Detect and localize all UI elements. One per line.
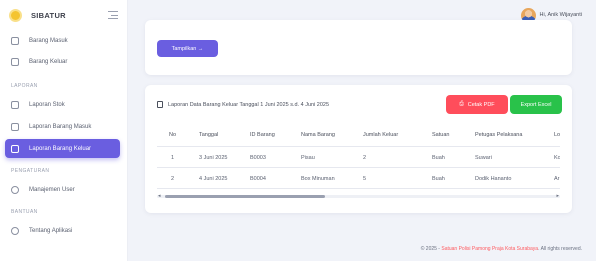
user-icon xyxy=(11,185,19,194)
table-cell: Ar xyxy=(554,176,560,182)
scroll-right-icon[interactable]: ▸ xyxy=(556,193,559,199)
sidebar-item-label: Laporan Barang Keluar xyxy=(29,145,92,152)
sidebar: SIBATUR Barang Masuk Barang Keluar LAPOR… xyxy=(0,0,128,261)
user-greeting[interactable]: Hi, Anik Wijayanti xyxy=(540,12,583,18)
scroll-left-icon[interactable]: ◂ xyxy=(158,193,161,199)
column-header: Jumlah Keluar xyxy=(363,132,399,138)
table-cell: 1 xyxy=(171,155,175,161)
sidebar-item-laporan-barang-keluar[interactable]: Laporan Barang Keluar xyxy=(5,139,120,158)
table-cell: Buah xyxy=(432,155,445,161)
brand: SIBATUR xyxy=(0,0,127,30)
column-header: Petugas Pelaksana xyxy=(475,132,523,138)
horizontal-scrollbar[interactable]: ◂ ▸ xyxy=(157,193,560,199)
column-header: Tanggal xyxy=(199,132,219,138)
column-header: Nama Barang xyxy=(301,132,335,138)
table-cell: Pisau xyxy=(301,155,315,161)
sidebar-item-barang-masuk[interactable]: Barang Masuk xyxy=(5,31,120,50)
section-laporan: LAPORAN xyxy=(11,83,38,89)
column-header: No xyxy=(169,132,177,138)
file-icon xyxy=(11,100,19,109)
table-cell: B0004 xyxy=(250,176,266,182)
report-table: No Tanggal ID Barang Nama Barang Jumlah … xyxy=(157,122,560,196)
menu-toggle-icon[interactable] xyxy=(108,11,118,19)
column-header: ID Barang xyxy=(250,132,275,138)
sidebar-item-laporan-stok[interactable]: Laporan Stok xyxy=(5,95,120,114)
report-card: Laporan Data Barang Keluar Tanggal 1 Jun… xyxy=(145,85,572,213)
section-pengaturan: PENGATURAN xyxy=(11,168,50,174)
section-bantuan: BANTUAN xyxy=(11,209,38,215)
table-cell: 2 xyxy=(171,176,175,182)
footer: © 2025 - Satuan Polisi Pamong Praja Kota… xyxy=(421,246,582,252)
table-divider xyxy=(157,146,560,147)
table-cell: Buah xyxy=(432,176,445,182)
filter-card: Tampilkan → xyxy=(145,20,572,75)
report-title: Laporan Data Barang Keluar Tanggal 1 Jun… xyxy=(157,101,329,108)
table-cell: 4 Juni 2025 xyxy=(199,176,228,182)
file-icon xyxy=(11,122,19,131)
logo-icon xyxy=(9,8,22,22)
table-divider xyxy=(157,188,560,189)
print-pdf-button[interactable]: ⎙ Cetak PDF xyxy=(446,95,508,114)
table-cell: 5 xyxy=(363,176,367,182)
sidebar-item-laporan-barang-masuk[interactable]: Laporan Barang Masuk xyxy=(5,117,120,136)
table-cell: Box Minuman xyxy=(301,176,335,182)
table-divider xyxy=(157,167,560,168)
brand-name: SIBATUR xyxy=(31,10,66,20)
table-cell: Dodik Hananto xyxy=(475,176,512,182)
printer-icon: ⎙ xyxy=(459,101,464,107)
sidebar-item-label: Laporan Stok xyxy=(29,101,65,108)
sidebar-item-tentang-aplikasi[interactable]: Tentang Aplikasi xyxy=(5,221,120,240)
show-button[interactable]: Tampilkan → xyxy=(157,40,218,57)
table-cell: 2 xyxy=(363,155,367,161)
info-icon xyxy=(11,226,19,235)
table-cell: B0003 xyxy=(250,155,266,161)
table-cell: Ko xyxy=(554,155,560,161)
sidebar-item-label: Tentang Aplikasi xyxy=(29,227,73,234)
table-cell: 3 Juni 2025 xyxy=(199,155,228,161)
column-header: Lo xyxy=(554,132,560,138)
print-pdf-label: Cetak PDF xyxy=(467,101,495,108)
document-icon xyxy=(157,101,163,108)
scrollbar-thumb[interactable] xyxy=(165,195,325,198)
report-title-text: Laporan Data Barang Keluar Tanggal 1 Jun… xyxy=(168,101,330,108)
sidebar-item-label: Manajemen User xyxy=(29,186,75,193)
outbox-icon xyxy=(11,57,19,66)
sidebar-item-label: Barang Keluar xyxy=(29,58,68,65)
footer-org-link[interactable]: Satuan Polisi Pamong Praja Kota Surabaya xyxy=(441,246,538,252)
column-header: Satuan xyxy=(432,132,450,138)
sidebar-item-label: Barang Masuk xyxy=(29,37,68,44)
sidebar-item-label: Laporan Barang Masuk xyxy=(29,123,92,130)
footer-suffix: . All rights reserved. xyxy=(538,246,582,252)
table-cell: Suwari xyxy=(475,155,492,161)
export-excel-button[interactable]: Export Excel xyxy=(510,95,562,114)
sidebar-item-barang-keluar[interactable]: Barang Keluar xyxy=(5,52,120,71)
sidebar-item-manajemen-user[interactable]: Manajemen User xyxy=(5,180,120,199)
inbox-icon xyxy=(11,36,19,45)
file-icon xyxy=(11,144,19,153)
footer-prefix: © 2025 - xyxy=(420,246,442,252)
